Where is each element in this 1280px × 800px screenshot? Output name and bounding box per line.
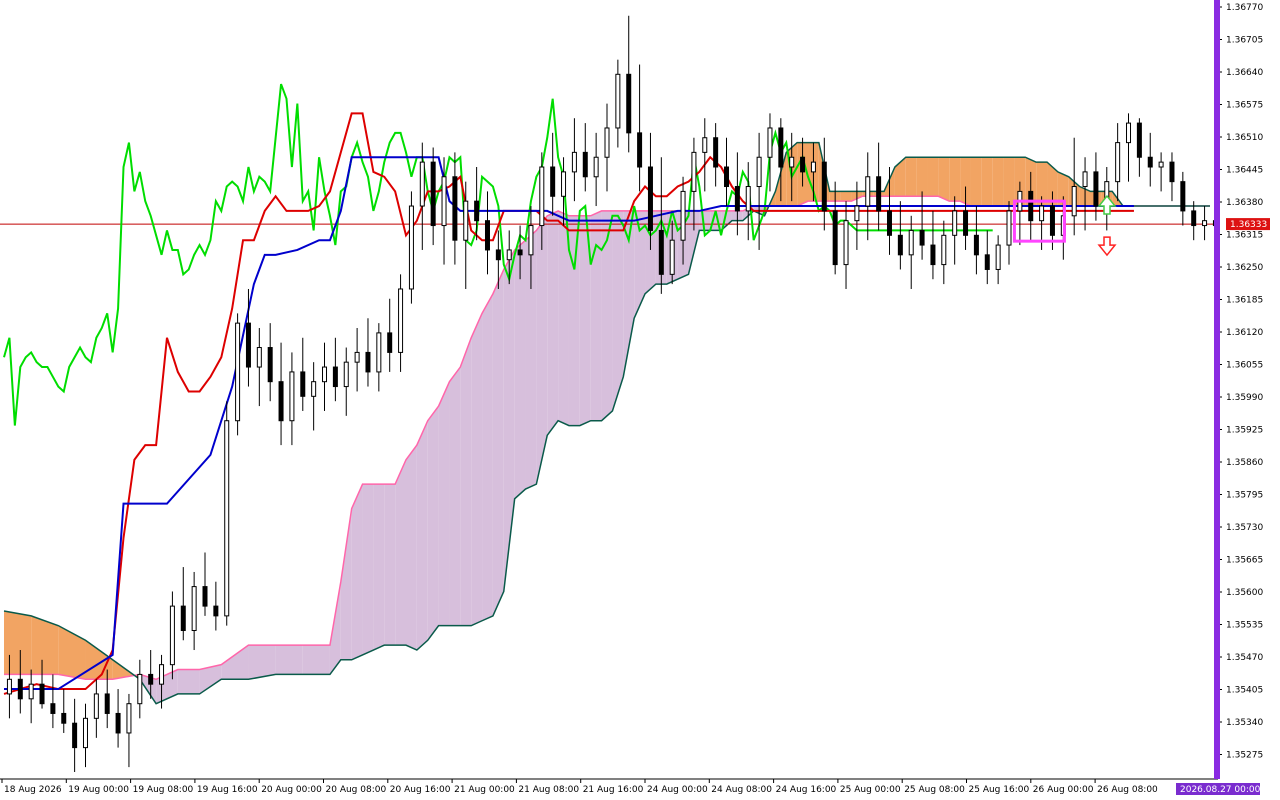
y-tick-label: 1.35405 [1226,686,1263,696]
cloud-segment [482,293,493,621]
cloud-segment [1003,157,1015,207]
x-tick-label: 19 Aug 08:00 [133,785,194,795]
cloud-segment [362,484,374,655]
x-tick-label: 25 Aug 00:00 [840,785,901,795]
x-tick-label: 18 Aug 2026 [4,785,62,795]
cloud-segment [905,157,917,197]
y-tick-label: 1.35535 [1226,621,1263,631]
y-tick-label: 1.35275 [1226,751,1263,761]
cloud-segment [949,157,961,202]
y-tick-label: 1.35730 [1226,523,1263,533]
y-tick-label: 1.35665 [1226,556,1263,566]
cloud-segment [177,669,200,694]
cloud-segment [568,215,580,426]
cloud-segment [840,191,852,202]
cloud-segment [471,313,483,626]
x-tick-label: 19 Aug 00:00 [68,785,129,795]
x-tick-label: 26 Aug 00:00 [1033,785,1094,795]
cloud-segment [384,484,396,646]
cloud-segment [970,157,982,207]
y-tick-label: 1.35340 [1226,718,1263,728]
ichimoku-chart: 1.36770 1.36705 1.36640 1.36575 1.36510 1.364… [0,0,1280,800]
cloud-segment [590,210,602,421]
cloud-segment [492,269,504,616]
x-tick-label: 20 Aug 00:00 [261,785,322,795]
y-tick-label: 1.36770 [1226,3,1263,13]
candle [235,313,241,436]
candle [224,401,230,626]
price-label-text: 1.36333 [1230,220,1267,230]
cloud-segment [547,210,559,436]
y-tick-label: 1.36705 [1226,36,1263,46]
y-tick-label: 1.35925 [1226,426,1263,436]
y-tick-label: 1.35860 [1226,458,1263,468]
cloud-segment [558,210,569,426]
x-tick-label: 21 Aug 16:00 [583,785,644,795]
cloud-segment [4,610,32,675]
x-tick-label: 19 Aug 16:00 [197,785,258,795]
y-tick-label: 1.36120 [1226,328,1263,338]
x-tick-label: 21 Aug 08:00 [518,785,579,795]
cloud-segment [460,337,472,626]
cloud-segment [275,645,303,675]
x-tick-label: 21 Aug 00:00 [454,785,515,795]
cloud-segment [373,484,385,651]
x-tick-label: 25 Aug 16:00 [969,785,1030,795]
candle [408,191,414,304]
cloud-segment [981,157,993,207]
x-tick-label: 24 Aug 08:00 [711,785,772,795]
y-tick-label: 1.36445 [1226,166,1263,176]
y-tick-label: 1.35990 [1226,393,1263,403]
cloud-segment [601,210,613,421]
cloud-segment [416,420,428,651]
y-tick-label: 1.35600 [1226,588,1263,598]
cloud-segment [427,406,439,641]
y-tick-label: 1.36510 [1226,133,1263,143]
y-tick-label: 1.36315 [1226,231,1263,241]
x-tick-label: 25 Aug 08:00 [904,785,965,795]
cloud-segment [406,445,417,651]
y-tick-label: 1.36380 [1226,198,1263,208]
cloud-segment [395,459,406,646]
x-tick-label: 24 Aug 16:00 [776,785,837,795]
y-tick-label: 1.36055 [1226,361,1263,371]
cloud-segment [302,645,330,675]
cloud-segment [351,484,363,660]
x-tick-label: 24 Aug 00:00 [647,785,708,795]
time-label-text: 2026.08.27 00:00 [1180,785,1261,795]
current-price-label: 1.36333 [1226,218,1270,231]
cloud-segment [248,645,276,680]
x-tick-label: 26 Aug 08:00 [1097,785,1158,795]
y-tick-label: 1.35470 [1226,653,1263,663]
cloud-segment [927,157,939,197]
cloud-segment [449,367,461,626]
current-time-bar [1214,0,1220,779]
y-tick-label: 1.36185 [1226,296,1263,306]
y-tick-label: 1.36575 [1226,101,1263,111]
y-tick-label: 1.36640 [1226,68,1263,78]
y-tick-label: 1.35795 [1226,491,1263,501]
x-tick-label: 20 Aug 08:00 [326,785,387,795]
cloud-segment [938,157,950,202]
current-time-label: 2026.08.27 00:00 [1176,783,1261,795]
x-tick-label: 20 Aug 16:00 [390,785,451,795]
cloud-segment [992,157,1004,207]
cloud-segment [916,157,928,197]
y-tick-label: 1.36250 [1226,263,1263,273]
cloud-segment [438,381,450,626]
